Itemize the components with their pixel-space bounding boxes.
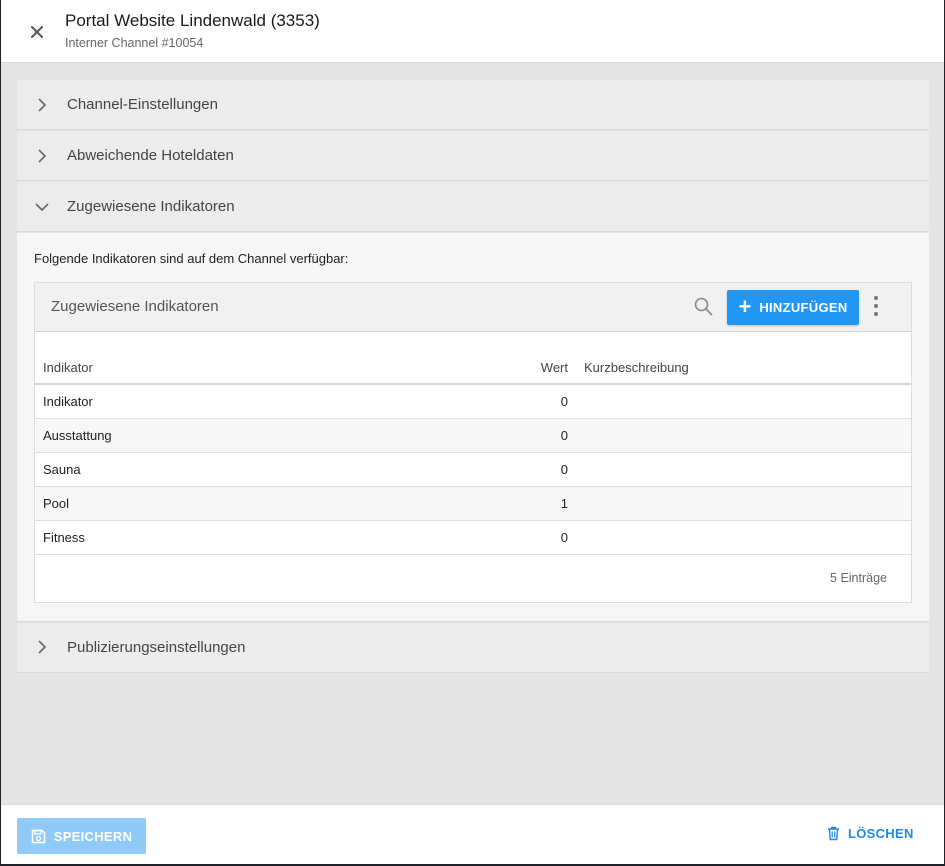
- card-toolbar: Zugewiesene Indikatoren + HINZUFÜGEN: [35, 283, 911, 332]
- delete-button-label: LÖSCHEN: [848, 826, 914, 841]
- plus-icon: +: [738, 293, 752, 319]
- panel-header-zugewiesene-indikatoren[interactable]: Zugewiesene Indikatoren: [17, 182, 929, 232]
- trash-icon: [828, 826, 839, 841]
- dialog-header: Portal Website Lindenwald (3353) Interne…: [1, 0, 944, 63]
- cell-indikator: Fitness: [35, 520, 428, 555]
- indicators-card: Zugewiesene Indikatoren + HINZUFÜGEN Ind…: [34, 282, 912, 603]
- save-button[interactable]: SPEICHERN: [17, 818, 146, 854]
- cell-kurzbeschreibung: [568, 452, 911, 487]
- cell-wert: 0: [428, 384, 568, 419]
- add-indicator-button[interactable]: + HINZUFÜGEN: [727, 290, 859, 325]
- cell-kurzbeschreibung: [568, 486, 911, 521]
- cell-indikator: Sauna: [35, 452, 428, 487]
- close-button[interactable]: [25, 20, 49, 44]
- add-button-label: HINZUFÜGEN: [759, 300, 848, 315]
- chevron-down-icon: [35, 202, 49, 211]
- cell-kurzbeschreibung: [568, 418, 911, 453]
- more-vert-icon: [874, 296, 878, 316]
- cell-wert: 1: [428, 486, 568, 521]
- panel-header-publizierungseinstellungen[interactable]: Publizierungseinstellungen: [17, 622, 929, 673]
- panel-header-channel-einstellungen[interactable]: Channel-Einstellungen: [17, 80, 929, 130]
- table-row[interactable]: Sauna 0: [35, 452, 911, 487]
- panel-body-zugewiesene-indikatoren: Folgende Indikatoren sind auf dem Channe…: [17, 233, 929, 622]
- chevron-right-icon: [38, 97, 47, 112]
- dialog-subtitle: Interner Channel #10054: [65, 36, 204, 50]
- cell-kurzbeschreibung: [568, 384, 911, 419]
- indicators-table: Indikator Wert Kurzbeschreibung Indikato…: [35, 332, 911, 555]
- entries-count: 5 Einträge: [830, 570, 887, 585]
- chevron-right-icon: [38, 640, 47, 654]
- cell-wert: 0: [428, 418, 568, 453]
- dialog: Portal Website Lindenwald (3353) Interne…: [1, 0, 944, 864]
- more-options-button[interactable]: [873, 295, 879, 322]
- panel-header-abweichende-hoteldaten[interactable]: Abweichende Hoteldaten: [17, 131, 929, 181]
- cell-kurzbeschreibung: [568, 520, 911, 555]
- panel-title: Abweichende Hoteldaten: [67, 147, 234, 164]
- delete-button[interactable]: LÖSCHEN: [827, 826, 914, 841]
- panel-title: Publizierungseinstellungen: [67, 638, 246, 656]
- dialog-content: Channel-Einstellungen Abweichende Hoteld…: [17, 80, 929, 674]
- table-footer: 5 Einträge: [35, 555, 911, 602]
- dialog-title: Portal Website Lindenwald (3353): [65, 11, 320, 30]
- cell-wert: 0: [428, 520, 568, 555]
- cell-indikator: Indikator: [35, 384, 428, 419]
- search-button[interactable]: [694, 297, 713, 321]
- panel-title: Zugewiesene Indikatoren: [67, 198, 235, 215]
- panel-title: Channel-Einstellungen: [67, 96, 218, 113]
- column-header-kurzbeschreibung[interactable]: Kurzbeschreibung: [568, 332, 911, 385]
- save-button-label: SPEICHERN: [53, 828, 133, 844]
- card-title: Zugewiesene Indikatoren: [51, 298, 219, 315]
- intro-text: Folgende Indikatoren sind auf dem Channe…: [34, 251, 349, 266]
- save-icon: [31, 829, 45, 843]
- table-row[interactable]: Ausstattung 0: [35, 418, 911, 453]
- column-header-indikator[interactable]: Indikator: [35, 332, 428, 385]
- chevron-right-icon: [38, 148, 47, 163]
- column-header-wert[interactable]: Wert: [428, 332, 568, 385]
- close-icon: [31, 26, 43, 38]
- table-row[interactable]: Fitness 0: [35, 520, 911, 555]
- cell-indikator: Pool: [35, 486, 428, 521]
- table-row[interactable]: Indikator 0: [35, 384, 911, 419]
- table-row[interactable]: Pool 1: [35, 486, 911, 521]
- search-icon: [694, 297, 713, 316]
- cell-wert: 0: [428, 452, 568, 487]
- cell-indikator: Ausstattung: [35, 418, 428, 453]
- table-header-row: Indikator Wert Kurzbeschreibung: [35, 332, 911, 385]
- dialog-footer: SPEICHERN LÖSCHEN: [1, 804, 944, 864]
